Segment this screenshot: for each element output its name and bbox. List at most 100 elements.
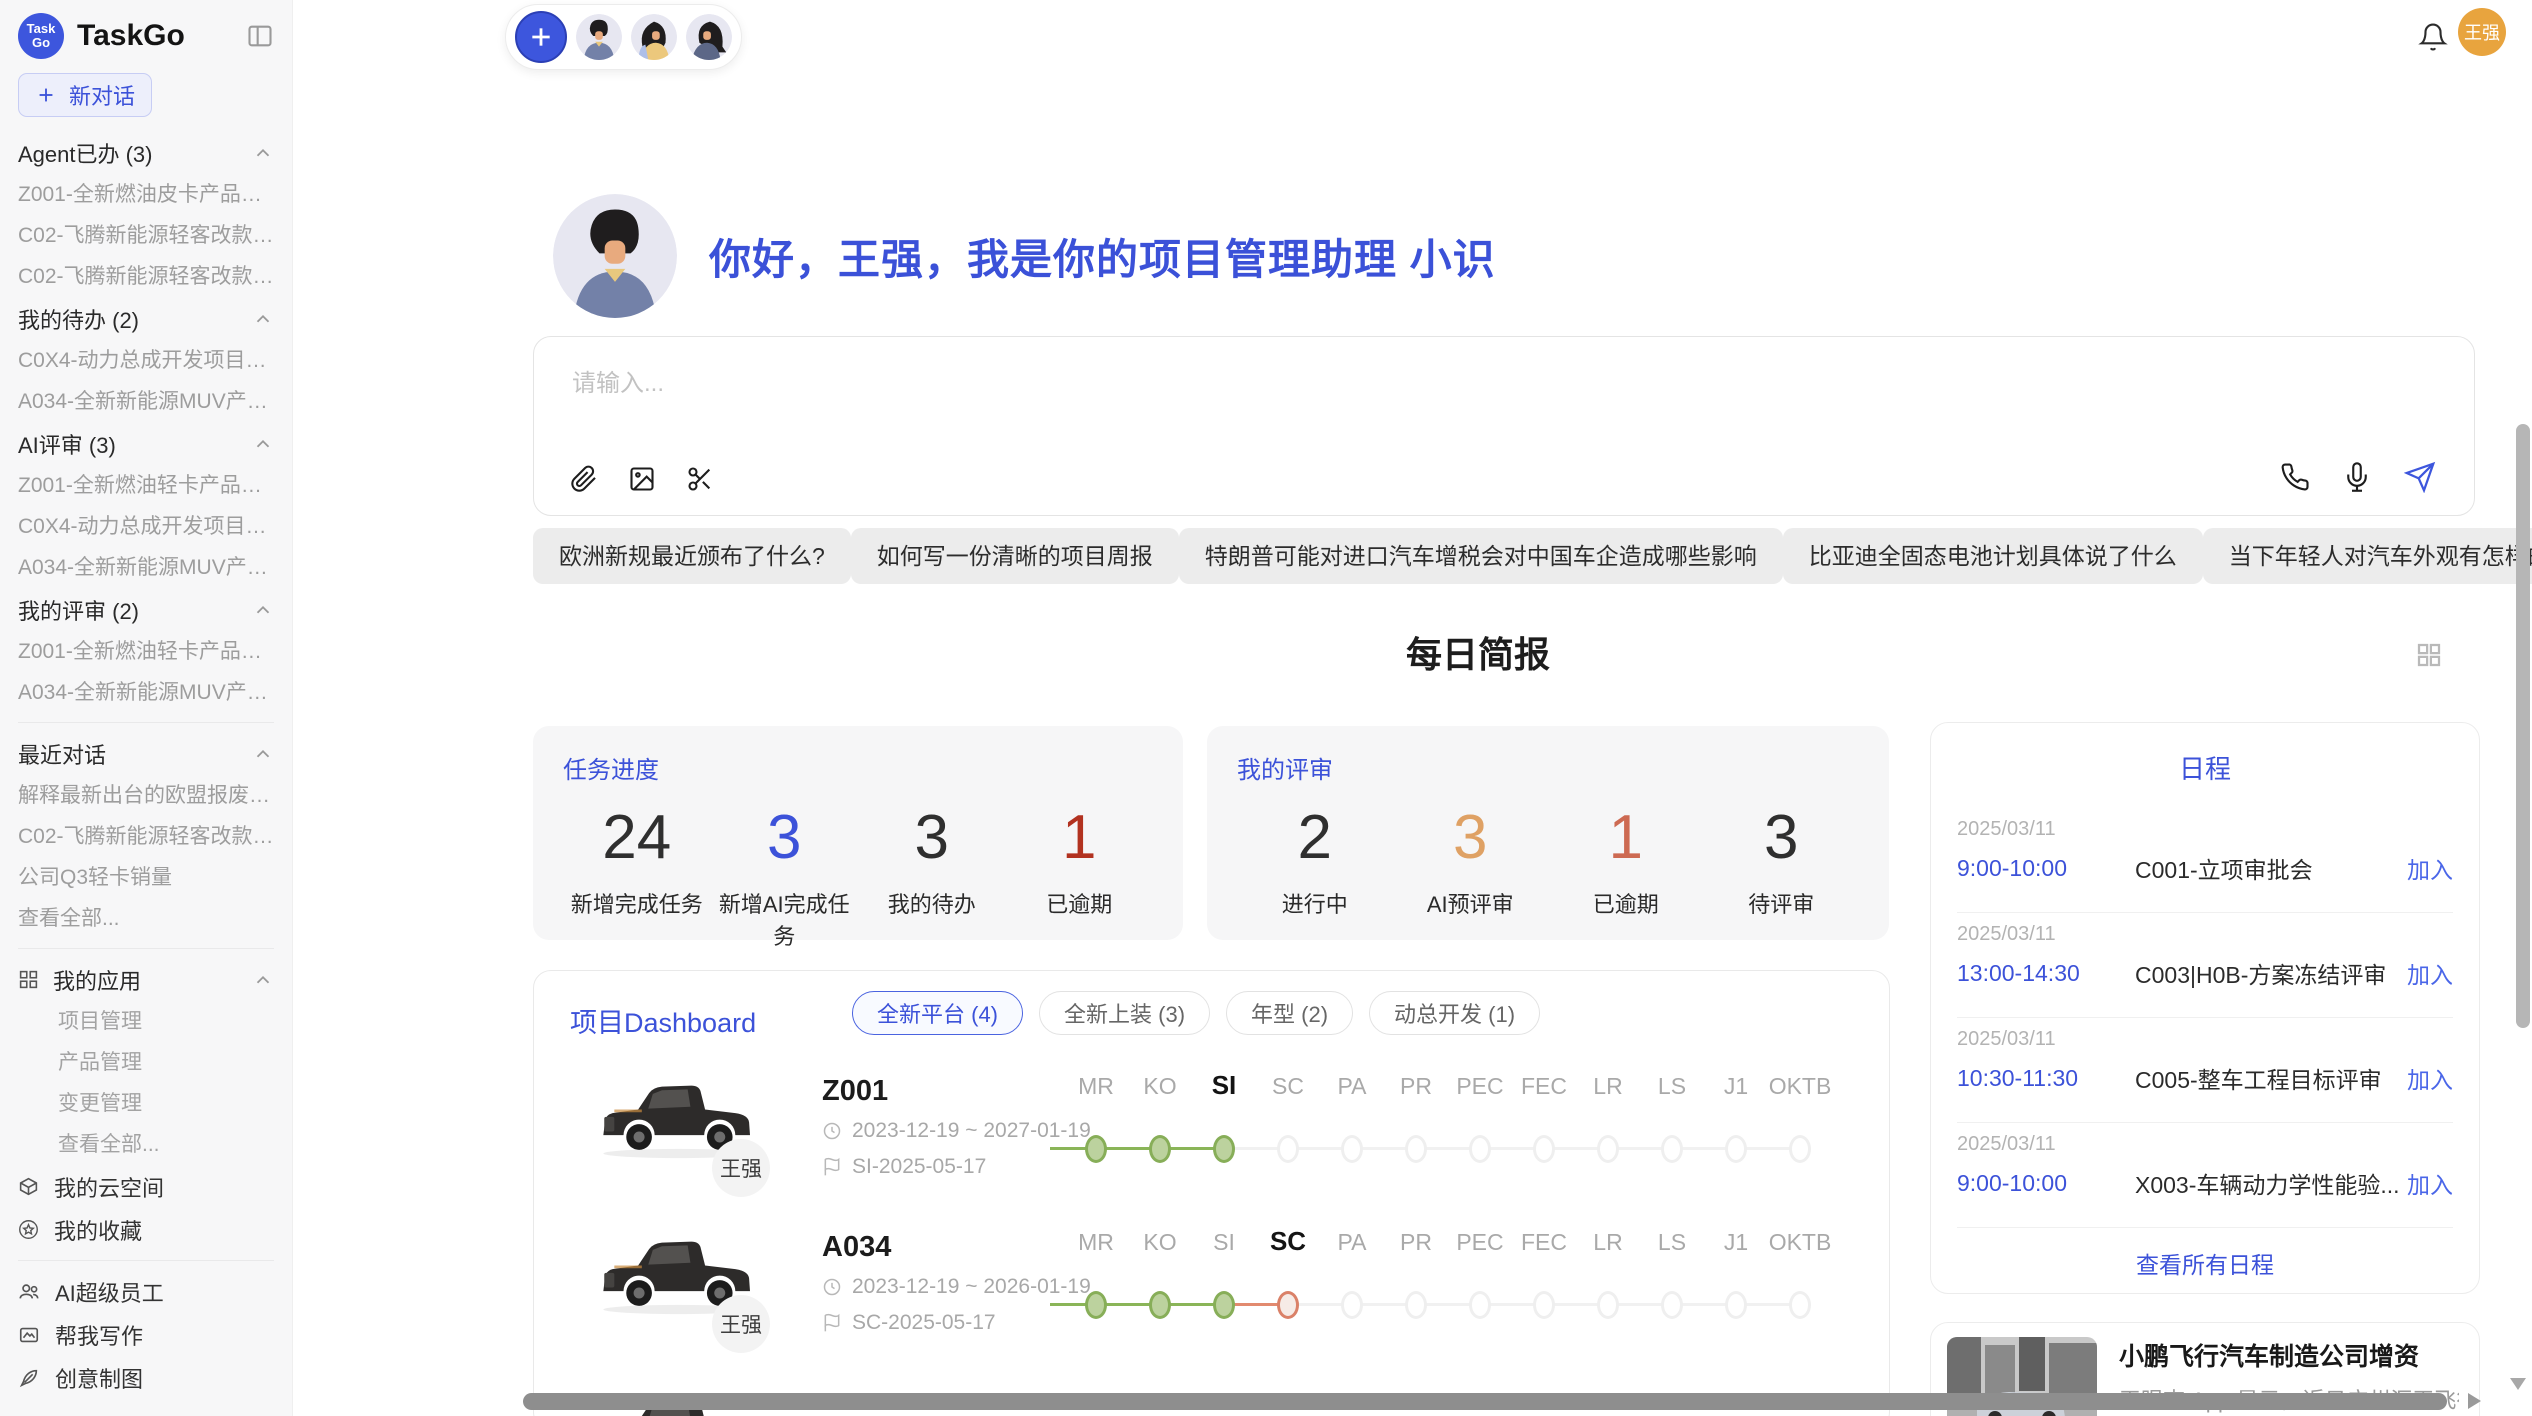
paperclip-icon[interactable] bbox=[570, 465, 598, 493]
stat-card: 我的评审2进行中3AI预评审1已逾期3待评审 bbox=[1207, 726, 1889, 940]
dashboard-tab[interactable]: 全新平台 (4) bbox=[852, 991, 1023, 1035]
stat: 3我的待办 bbox=[858, 795, 1006, 951]
suggestion-chip[interactable]: 欧洲新规最近颁布了什么? bbox=[533, 528, 851, 584]
sidebar-item[interactable]: Z001-全新燃油轻卡产品开发项目SI节点属性5D文件评审 bbox=[0, 631, 292, 672]
sidebar-item[interactable]: A034-全新新能源MUV产品开发项目法规符合性评审 bbox=[0, 547, 292, 588]
sidebar-item[interactable]: Z001-全新燃油轻卡产品开发项目SI造型提交物评审 bbox=[0, 465, 292, 506]
sidebar-item[interactable]: C02-飞腾新能源轻客改款项目里程碑画布 bbox=[0, 215, 292, 256]
chevron-up-icon[interactable] bbox=[252, 969, 274, 991]
dashboard-tab[interactable]: 动总开发 (1) bbox=[1369, 991, 1540, 1035]
milestone-label: FEC bbox=[1512, 1073, 1576, 1100]
sidebar-section-header[interactable]: AI评审 (3) bbox=[0, 422, 292, 465]
sidebar-item[interactable]: 项目管理 bbox=[0, 1001, 292, 1042]
sidebar-item[interactable]: 查看全部... bbox=[0, 898, 292, 939]
dashboard-tab[interactable]: 年型 (2) bbox=[1226, 991, 1353, 1035]
milestone-label: OKTB bbox=[1768, 1073, 1832, 1100]
sidebar-section-header[interactable]: Agent已办 (3) bbox=[0, 131, 292, 174]
chat-input[interactable] bbox=[570, 361, 2434, 431]
sidebar-item[interactable]: C0X4-动力总成开发项目SI里程碑提交物检查 bbox=[0, 340, 292, 381]
milestone-dot bbox=[1469, 1135, 1491, 1163]
member-avatar-2[interactable] bbox=[631, 14, 677, 60]
sidebar-tool-帮我写作[interactable]: 帮我写作 bbox=[0, 1313, 292, 1356]
chevron-up-icon[interactable] bbox=[252, 599, 274, 621]
join-link[interactable]: 加入 bbox=[2407, 956, 2453, 990]
milestone-label: FEC bbox=[1512, 1229, 1576, 1256]
chevron-up-icon[interactable] bbox=[252, 142, 274, 164]
suggestion-chip[interactable]: 比亚迪全固态电池计划具体说了什么 bbox=[1783, 528, 2203, 584]
suggestion-chip[interactable]: 当下年轻人对汽车外观有怎样的喜好趋势 bbox=[2203, 528, 2532, 584]
sidebar-item[interactable]: A034-全新新能源MUV产品开发项目造型可行性评审 bbox=[0, 672, 292, 713]
image-icon[interactable] bbox=[628, 465, 656, 493]
phone-icon[interactable] bbox=[2280, 462, 2310, 492]
milestone-dot bbox=[1277, 1135, 1299, 1163]
sidebar-collapse-icon[interactable] bbox=[246, 22, 274, 50]
milestone-track: MRKOSISCPAPRPECFECLRLSJ1OKTB bbox=[1050, 1069, 1850, 1189]
sidebar-tool-label: 帮我写作 bbox=[55, 1319, 143, 1351]
sidebar-item[interactable]: 产品管理 bbox=[0, 1042, 292, 1083]
sidebar-section-header[interactable]: 我的待办 (2) bbox=[0, 297, 292, 340]
project-row[interactable]: 王强A0342023-12-19 ~ 2026-01-19SC-2025-05-… bbox=[534, 1211, 1889, 1367]
sidebar-section-header[interactable]: 我的应用 bbox=[0, 958, 292, 1001]
sidebar-item[interactable]: C0X4-动力总成开发项目工程变更评审 bbox=[0, 506, 292, 547]
dashboard-tab[interactable]: 全新上装 (3) bbox=[1039, 991, 1210, 1035]
chevron-up-icon[interactable] bbox=[252, 308, 274, 330]
vertical-scrollbar[interactable] bbox=[2516, 424, 2530, 1028]
milestone-dot bbox=[1341, 1291, 1363, 1319]
new-chat-button[interactable]: 新对话 bbox=[18, 73, 152, 117]
horizontal-scrollbar[interactable] bbox=[523, 1393, 2447, 1410]
schedule-name: C003|H0B-方案冻结评审 bbox=[2135, 956, 2407, 990]
join-link[interactable]: 加入 bbox=[2407, 851, 2453, 885]
join-link[interactable]: 加入 bbox=[2407, 1166, 2453, 1200]
member-avatar-1[interactable] bbox=[576, 14, 622, 60]
stat-columns: 24新增完成任务3新增AI完成任务3我的待办1已逾期 bbox=[563, 795, 1153, 951]
sidebar-item[interactable]: A034-全新新能源MUV产品开发项目计划变更表编写 bbox=[0, 381, 292, 422]
sidebar-section-header[interactable]: 我的评审 (2) bbox=[0, 588, 292, 631]
schedule-item[interactable]: 2025/03/119:00-10:00X003-车辆动力学性能验...加入 bbox=[1957, 1123, 2453, 1228]
schedule-item[interactable]: 2025/03/119:00-10:00C001-立项审批会加入 bbox=[1957, 808, 2453, 913]
bell-icon[interactable] bbox=[2418, 22, 2448, 57]
grid-icon[interactable] bbox=[2414, 640, 2444, 675]
sidebar-item[interactable]: 变更管理 bbox=[0, 1083, 292, 1124]
composer-right-icons bbox=[2280, 461, 2436, 493]
dashboard-tabs: 全新平台 (4) 全新上装 (3) 年型 (2) 动总开发 (1) bbox=[852, 991, 1540, 1035]
project-milestone-date: SC-2025-05-17 bbox=[822, 1311, 996, 1335]
schedule-time: 13:00-14:30 bbox=[1957, 960, 2117, 987]
sidebar-section-title: 我的应用 bbox=[53, 964, 252, 996]
user-avatar[interactable]: 王强 bbox=[2458, 8, 2506, 56]
sidebar-item[interactable]: 查看全部... bbox=[0, 1124, 292, 1165]
sidebar-section-header[interactable]: 最近对话 bbox=[0, 732, 292, 775]
scroll-right-arrow[interactable] bbox=[2468, 1393, 2481, 1409]
suggestion-chip[interactable]: 如何写一份清晰的项目周报 bbox=[851, 528, 1179, 584]
sidebar-tool-创意制图[interactable]: 创意制图 bbox=[0, 1356, 292, 1399]
add-member-button[interactable] bbox=[515, 11, 567, 63]
schedule-item[interactable]: 2025/03/1113:00-14:30C003|H0B-方案冻结评审加入 bbox=[1957, 913, 2453, 1018]
track-line-complete bbox=[1050, 1147, 1224, 1150]
sidebar-item-我的收藏[interactable]: 我的收藏 bbox=[0, 1208, 292, 1251]
send-icon[interactable] bbox=[2404, 461, 2436, 493]
stat-value: 2 bbox=[1237, 795, 1393, 881]
project-row[interactable]: 王强Z0012023-12-19 ~ 2027-01-19SI-2025-05-… bbox=[534, 1055, 1889, 1211]
milestone-dot bbox=[1597, 1291, 1619, 1319]
view-all-schedule-link[interactable]: 查看所有日程 bbox=[1931, 1246, 2479, 1280]
suggestion-chips: 欧洲新规最近颁布了什么?如何写一份清晰的项目周报特朗普可能对进口汽车增税会对中国… bbox=[533, 528, 2475, 584]
schedule-item[interactable]: 2025/03/1110:30-11:30C005-整车工程目标评审加入 bbox=[1957, 1018, 2453, 1123]
milestone-label: SI bbox=[1192, 1229, 1256, 1256]
join-link[interactable]: 加入 bbox=[2407, 1061, 2453, 1095]
sidebar-item[interactable]: C02-飞腾新能源轻客改款项目的闭环通告反馈情况 bbox=[0, 816, 292, 857]
chevron-up-icon[interactable] bbox=[252, 743, 274, 765]
sidebar-item[interactable]: 公司Q3轻卡销量 bbox=[0, 857, 292, 898]
scroll-down-arrow[interactable] bbox=[2510, 1378, 2526, 1390]
chevron-up-icon[interactable] bbox=[252, 433, 274, 455]
sidebar-item[interactable]: Z001-全新燃油皮卡产品开发项目SI节点Lesson Learn报告 bbox=[0, 174, 292, 215]
milestone-dot bbox=[1085, 1291, 1107, 1319]
sidebar-item[interactable]: C02-飞腾新能源轻客改款项目立项汇报方案 bbox=[0, 256, 292, 297]
scissors-icon[interactable] bbox=[686, 465, 714, 493]
member-avatar-3[interactable] bbox=[686, 14, 732, 60]
milestone-label: OKTB bbox=[1768, 1229, 1832, 1256]
sidebar-item[interactable]: 解释最新出台的欧盟报废车法规再生塑料比例被调至15%... bbox=[0, 775, 292, 816]
stat-label: 新增AI完成任务 bbox=[711, 887, 859, 951]
mic-icon[interactable] bbox=[2342, 462, 2372, 492]
sidebar-item-我的云空间[interactable]: 我的云空间 bbox=[0, 1165, 292, 1208]
suggestion-chip[interactable]: 特朗普可能对进口汽车增税会对中国车企造成哪些影响 bbox=[1179, 528, 1783, 584]
sidebar-tool-AI超级员工[interactable]: AI超级员工 bbox=[0, 1270, 292, 1313]
